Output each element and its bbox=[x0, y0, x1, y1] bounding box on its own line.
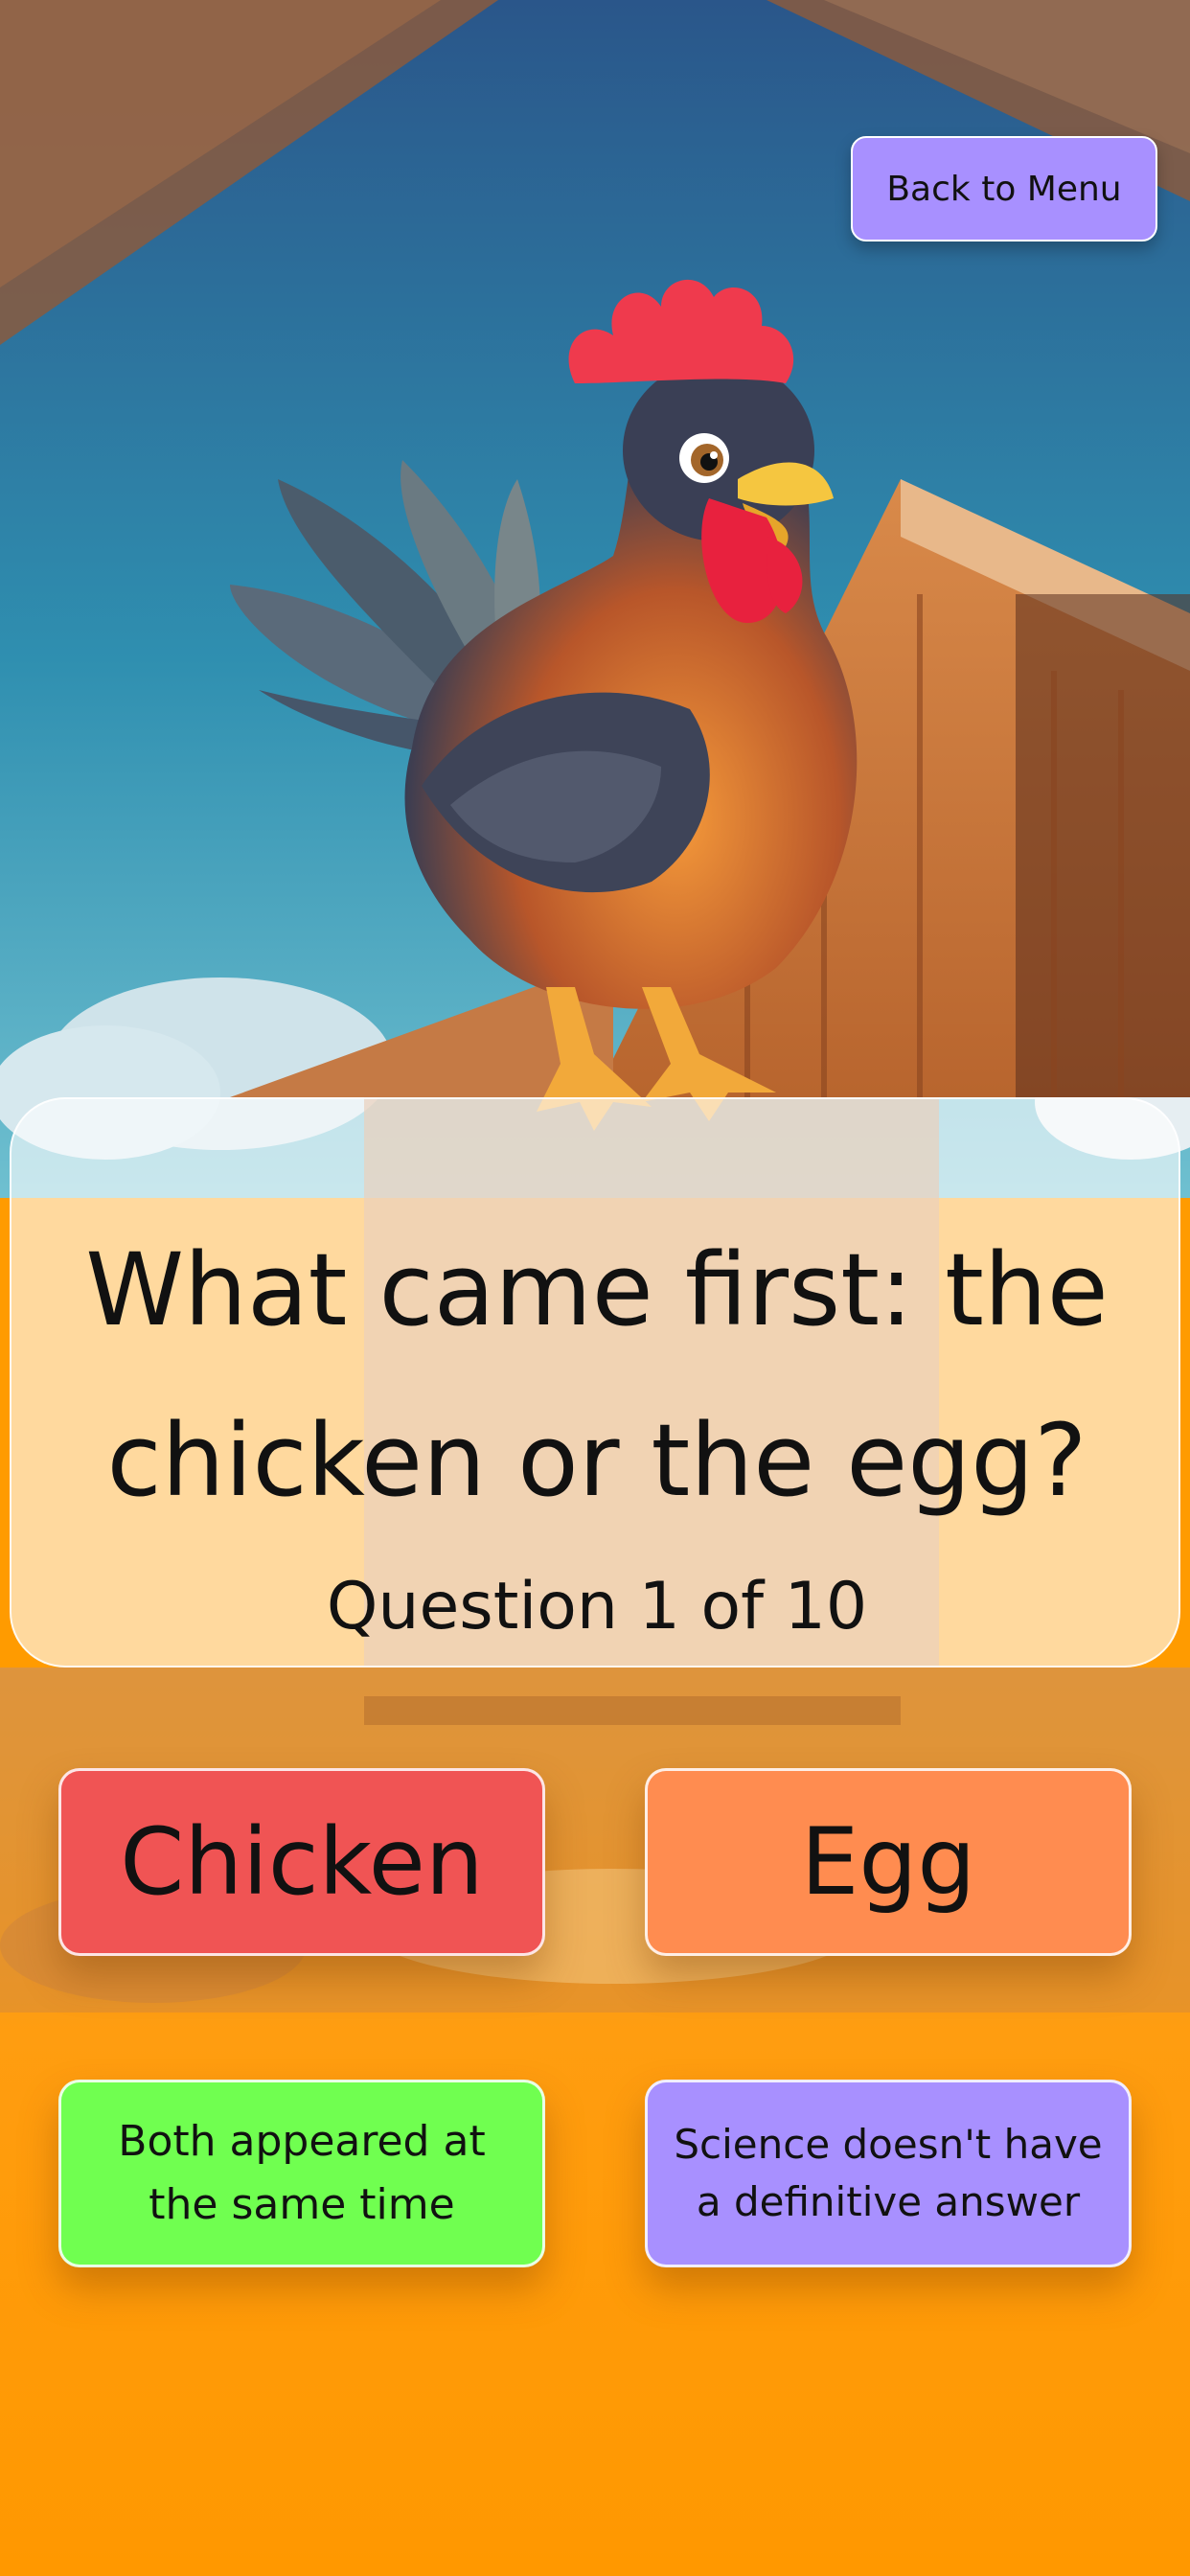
answer-button-both[interactable]: Both appeared at the same time bbox=[58, 2080, 545, 2267]
back-to-menu-button[interactable]: Back to Menu bbox=[851, 136, 1157, 242]
question-card: What came first: the chicken or the egg?… bbox=[10, 1097, 1180, 1668]
question-counter: Question 1 of 10 bbox=[326, 1569, 868, 1644]
answer-button-egg[interactable]: Egg bbox=[645, 1768, 1132, 1956]
question-text: What came first: the chicken or the egg? bbox=[85, 1231, 1109, 1519]
answer-button-science[interactable]: Science doesn't have a definitive answer bbox=[645, 2080, 1132, 2267]
answer-button-chicken[interactable]: Chicken bbox=[58, 1768, 545, 1956]
